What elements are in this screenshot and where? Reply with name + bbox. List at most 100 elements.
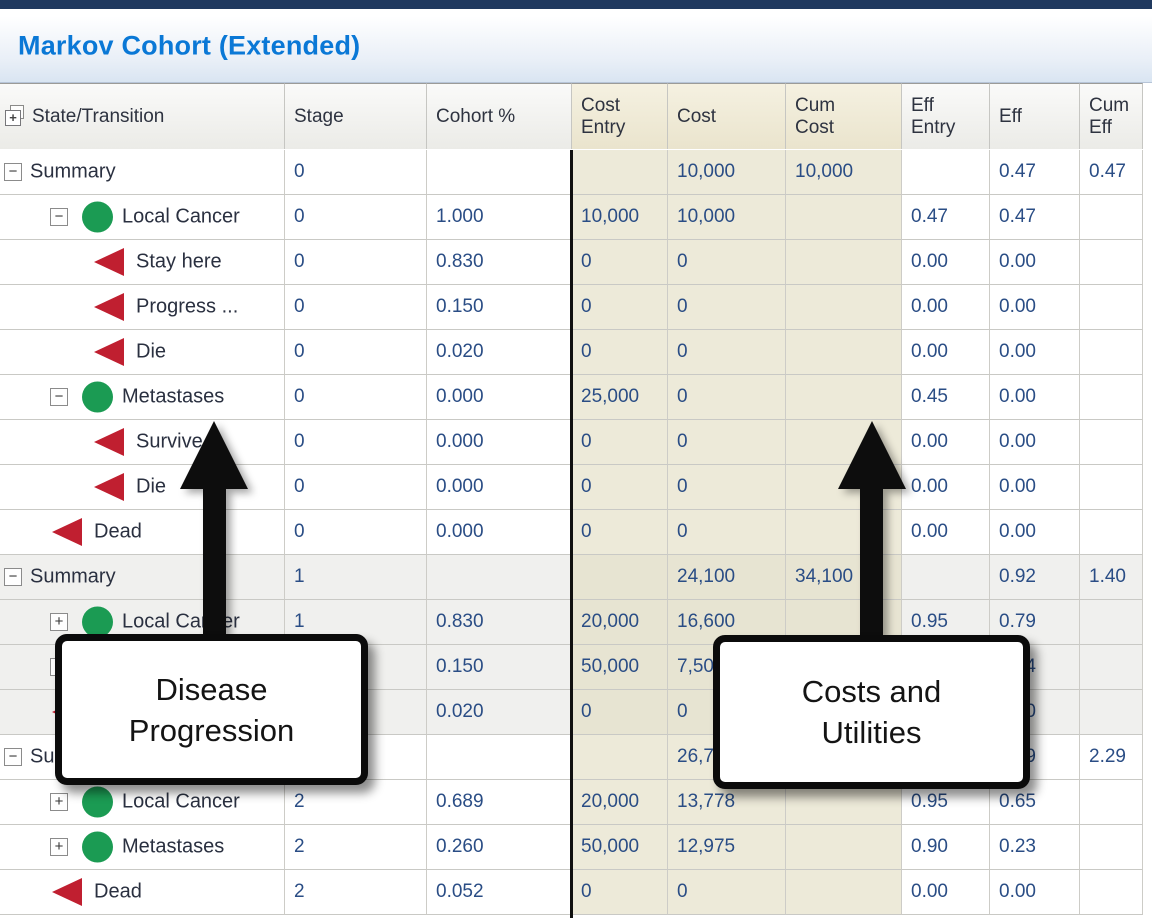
callout-text-line: Progression [129, 710, 294, 751]
column-header-cum_cost[interactable]: Cum Cost [786, 83, 902, 149]
table-row[interactable]: +Metastases20.26050,00012,9750.900.23 [0, 825, 1152, 870]
cell-cohort [427, 150, 572, 195]
table-row[interactable]: Progress ...00.150000.000.00 [0, 285, 1152, 330]
table-row[interactable]: −Summary010,00010,0000.470.47 [0, 150, 1152, 195]
cell-eff_entry: 0.00 [902, 510, 990, 555]
expand-plus-icon[interactable]: + [50, 838, 68, 856]
collapse-minus-icon[interactable]: − [50, 388, 68, 406]
cell-cost: 0 [668, 870, 786, 915]
table-body: −Summary010,00010,0000.470.47−Local Canc… [0, 150, 1152, 918]
table-row[interactable]: −Local Cancer01.00010,00010,0000.470.47 [0, 195, 1152, 240]
cell-cohort: 0.260 [427, 825, 572, 870]
transition-arrow-icon [94, 338, 124, 366]
collapse-minus-icon[interactable]: − [50, 208, 68, 226]
cell-eff: 0.00 [990, 870, 1080, 915]
state-node-icon [82, 787, 113, 818]
cell-stage: 0 [285, 240, 427, 285]
cell-cohort: 0.000 [427, 375, 572, 420]
row-label: Die [136, 476, 166, 499]
window-top-border [0, 0, 1152, 9]
state-node-icon [82, 607, 113, 638]
cell-cum_eff [1080, 195, 1143, 240]
table-row[interactable]: Survive00.000000.000.00 [0, 420, 1152, 465]
expand-plus-icon[interactable]: + [50, 793, 68, 811]
table-row[interactable]: Dead00.000000.000.00 [0, 510, 1152, 555]
table-row[interactable]: −Metastases00.00025,00000.450.00 [0, 375, 1152, 420]
column-header-stage[interactable]: Stage [285, 83, 427, 149]
row-label: Stay here [136, 251, 222, 274]
cell-cost_entry [572, 150, 668, 195]
cell-cohort: 0.000 [427, 510, 572, 555]
row-label: Die [136, 341, 166, 364]
cell-stage: 0 [285, 510, 427, 555]
cell-eff: 0.00 [990, 375, 1080, 420]
cell-cost_entry: 50,000 [572, 645, 668, 690]
cell-cost: 10,000 [668, 150, 786, 195]
expand-plus-icon[interactable]: + [50, 613, 68, 631]
cell-cohort: 0.020 [427, 330, 572, 375]
cell-stage: 0 [285, 375, 427, 420]
cell-cum_cost [786, 195, 902, 240]
row-label: Local Cancer [122, 206, 240, 229]
cell-cum_eff [1080, 375, 1143, 420]
cell-cohort: 0.830 [427, 600, 572, 645]
collapse-minus-icon[interactable]: − [4, 568, 22, 586]
cell-cost_entry: 0 [572, 465, 668, 510]
row-label: Summary [30, 566, 116, 589]
cell-eff_entry: 0.90 [902, 825, 990, 870]
cell-cum_eff [1080, 690, 1143, 735]
collapse-minus-icon[interactable]: − [4, 163, 22, 181]
transition-arrow-icon [52, 878, 82, 906]
cell-stage: 2 [285, 870, 427, 915]
collapse-minus-icon[interactable]: − [4, 748, 22, 766]
cell-eff: 0.47 [990, 195, 1080, 240]
cell-cohort [427, 735, 572, 780]
cell-cum_eff [1080, 240, 1143, 285]
cell-cost: 0 [668, 420, 786, 465]
cell-cum_eff: 2.29 [1080, 735, 1143, 780]
row-label: Metastases [122, 386, 224, 409]
row-label: Metastases [122, 836, 224, 859]
cell-cum_eff: 1.40 [1080, 555, 1143, 600]
cell-eff_entry: 0.00 [902, 240, 990, 285]
table-row[interactable]: Stay here00.830000.000.00 [0, 240, 1152, 285]
cell-cost_entry: 25,000 [572, 375, 668, 420]
state-node-icon [82, 832, 113, 863]
transition-arrow-icon [94, 473, 124, 501]
callout-costs-utilities: Costs and Utilities [713, 635, 1030, 789]
expand-all-icon[interactable]: + [5, 108, 22, 125]
cell-cum_eff [1080, 600, 1143, 645]
cell-cost_entry: 0 [572, 330, 668, 375]
cell-eff: 0.00 [990, 465, 1080, 510]
up-arrow-icon [837, 421, 908, 636]
cell-cost_entry: 20,000 [572, 600, 668, 645]
state-node-icon [82, 382, 113, 413]
markov-cohort-report-window: Markov Cohort (Extended) State/Transitio… [0, 0, 1152, 918]
table-row[interactable]: Dead20.052000.000.00 [0, 870, 1152, 915]
table-row[interactable]: Die00.020000.000.00 [0, 330, 1152, 375]
table-row[interactable]: −Summary124,10034,1000.921.40 [0, 555, 1152, 600]
cell-eff_entry: 0.00 [902, 330, 990, 375]
table-row[interactable]: Die00.000000.000.00 [0, 465, 1152, 510]
column-header-cost_entry[interactable]: Cost Entry [572, 83, 668, 149]
transition-arrow-icon [94, 428, 124, 456]
cell-eff_entry: 0.00 [902, 420, 990, 465]
column-header-cum_eff[interactable]: Cum Eff [1080, 83, 1143, 149]
cell-stage: 0 [285, 330, 427, 375]
cell-cohort: 0.052 [427, 870, 572, 915]
cost-section-divider [570, 150, 573, 918]
cell-cum_eff [1080, 510, 1143, 555]
column-header-label[interactable]: State/Transition+ [0, 83, 285, 149]
cell-cost: 10,000 [668, 195, 786, 240]
column-header-cohort[interactable]: Cohort % [427, 83, 572, 149]
cell-cum_eff: 0.47 [1080, 150, 1143, 195]
callout-text-line: Disease [156, 669, 268, 710]
cell-cohort: 0.830 [427, 240, 572, 285]
cell-stage: 1 [285, 555, 427, 600]
column-header-eff[interactable]: Eff [990, 83, 1080, 149]
column-header-cost[interactable]: Cost [668, 83, 786, 149]
callout-text-line: Utilities [822, 712, 922, 753]
cell-eff_entry [902, 555, 990, 600]
state-node-icon [82, 202, 113, 233]
column-header-eff_entry[interactable]: Eff Entry [902, 83, 990, 149]
